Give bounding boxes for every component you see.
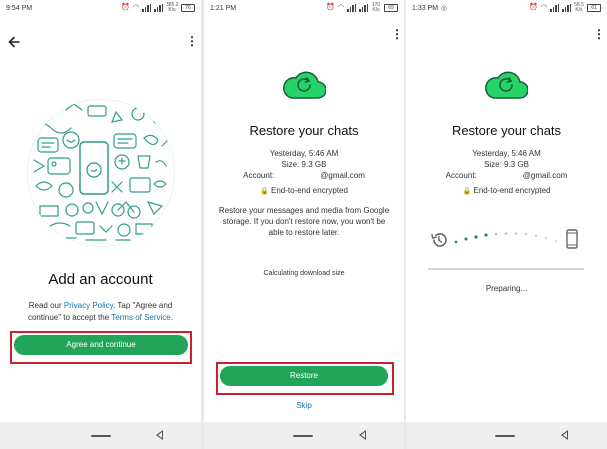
status-icons: ⏰ ◠ 385.2 K/s 76 [121,3,195,13]
backup-size: Size: 9.3 GB [484,160,529,169]
lock-icon: 🔒 [462,188,472,195]
cloud-restore-icon [485,71,528,99]
phone-icon [566,229,578,249]
backup-account: Account: @gmail.com [204,170,404,181]
backup-account: Account: @gmail.com [406,170,607,181]
alarm-icon: ⏰ [326,4,335,11]
battery-icon: 69 [384,4,398,12]
restore-button[interactable]: Restore [220,366,388,386]
signal-icon [142,4,151,12]
whatsapp-icon [86,162,102,178]
nav-back-icon[interactable] [561,430,568,440]
whatsapp-status-icon: ◎ [441,5,448,12]
encryption-note: 🔒 End-to-end encrypted [204,185,404,197]
network-speed: 170 K/s [371,2,381,13]
status-time: 9:54 PM [6,5,33,12]
status-bar: 1:21 PM ⏰ ◠ 170 K/s 69 [204,0,404,18]
status-bar: 9:54 PM ⏰ ◠ 385.2 K/s 76 [0,0,201,18]
download-status: Calculating download size [263,270,345,277]
navigation-bar [0,422,201,449]
more-options-icon[interactable]: ⋮ [593,28,605,40]
restore-description: Restore your messages and media from Goo… [218,206,390,237]
signal-icon [154,4,163,12]
wifi-icon: ◠ [337,4,344,11]
network-speed: 385.2 K/s [166,2,179,13]
terms-text-suffix: . [170,313,173,322]
nav-back-icon[interactable] [156,430,163,440]
navigation-bar [204,422,404,449]
lock-icon: 🔒 [260,188,269,195]
alarm-icon: ⏰ [121,4,130,11]
status-time: 1:33 PM [412,5,439,12]
more-options-icon[interactable]: ⋮ [186,35,198,47]
screen-add-account: 9:54 PM ⏰ ◠ 385.2 K/s 76 ⋮ Add an accoun… [0,0,201,449]
terms-text-prefix: Read our [28,301,64,310]
terms-of-service-link[interactable]: Terms of Service [111,313,171,322]
navigation-bar [406,422,607,449]
skip-button[interactable]: Skip [204,400,404,411]
account-label: Account: [445,171,477,180]
status-bar: 1:33 PM ◎ ⏰ ◠ 58.5 K/s 61 [406,0,607,18]
nav-home-icon[interactable] [495,435,515,437]
wifi-icon: ◠ [540,4,547,11]
status-icons: ⏰ ◠ 58.5 K/s 61 [529,3,601,13]
nav-home-icon[interactable] [293,435,313,437]
more-options-icon[interactable]: ⋮ [391,28,403,40]
privacy-policy-link[interactable]: Privacy Policy [64,301,113,310]
restore-progress-bar [428,268,584,270]
account-value: @gmail.com [522,171,568,180]
history-icon [431,233,447,247]
status-time: 1:21 PM [210,5,237,12]
doodle-illustration [27,99,175,247]
battery-icon: 61 [587,4,601,12]
backup-date: Yesterday, 5:46 AM [269,149,339,158]
cloud-restore-icon [283,71,326,99]
backup-size: Size: 9.3 GB [281,160,327,169]
page-title: Restore your chats [249,123,359,138]
back-arrow-icon[interactable] [8,36,20,48]
signal-icon [359,4,368,12]
screen-restore-chats: 1:21 PM ⏰ ◠ 170 K/s 69 ⋮ Restore your ch… [204,0,404,449]
page-title: Add an account [48,271,153,288]
encryption-note: 🔒 End-to-end encrypted [406,185,607,197]
agree-and-continue-button[interactable]: Agree and continue [14,335,188,355]
progress-status: Preparing... [485,284,528,293]
alarm-icon: ⏰ [529,4,538,11]
network-speed: 58.5 K/s [574,2,584,13]
nav-home-icon[interactable] [91,435,111,437]
status-icons: ⏰ ◠ 170 K/s 69 [326,3,398,13]
transfer-dots [454,232,558,244]
page-title: Restore your chats [451,123,562,138]
battery-icon: 76 [181,4,195,12]
account-value: @gmail.com [320,171,365,180]
encryption-label: End-to-end encrypted [271,186,348,195]
backup-date: Yesterday, 5:46 AM [472,149,541,158]
encryption-label: End-to-end encrypted [473,186,551,195]
signal-icon [562,4,571,12]
account-label: Account: [243,171,275,180]
nav-back-icon[interactable] [359,430,366,440]
wifi-icon: ◠ [132,4,139,11]
terms-text: Read our Privacy Policy. Tap "Agree and … [16,300,185,324]
signal-icon [347,4,356,12]
signal-icon [550,4,559,12]
screen-restore-progress: 1:33 PM ◎ ⏰ ◠ 58.5 K/s 61 ⋮ Restore your… [406,0,607,449]
